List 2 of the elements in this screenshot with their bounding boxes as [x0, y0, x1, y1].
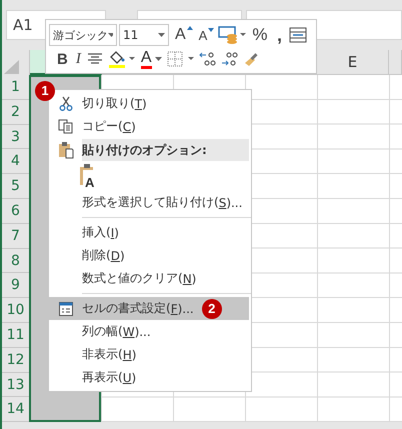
step-badge: 2 — [202, 298, 222, 318]
paste-options-heading: 貼り付けのオプション: — [82, 138, 249, 160]
